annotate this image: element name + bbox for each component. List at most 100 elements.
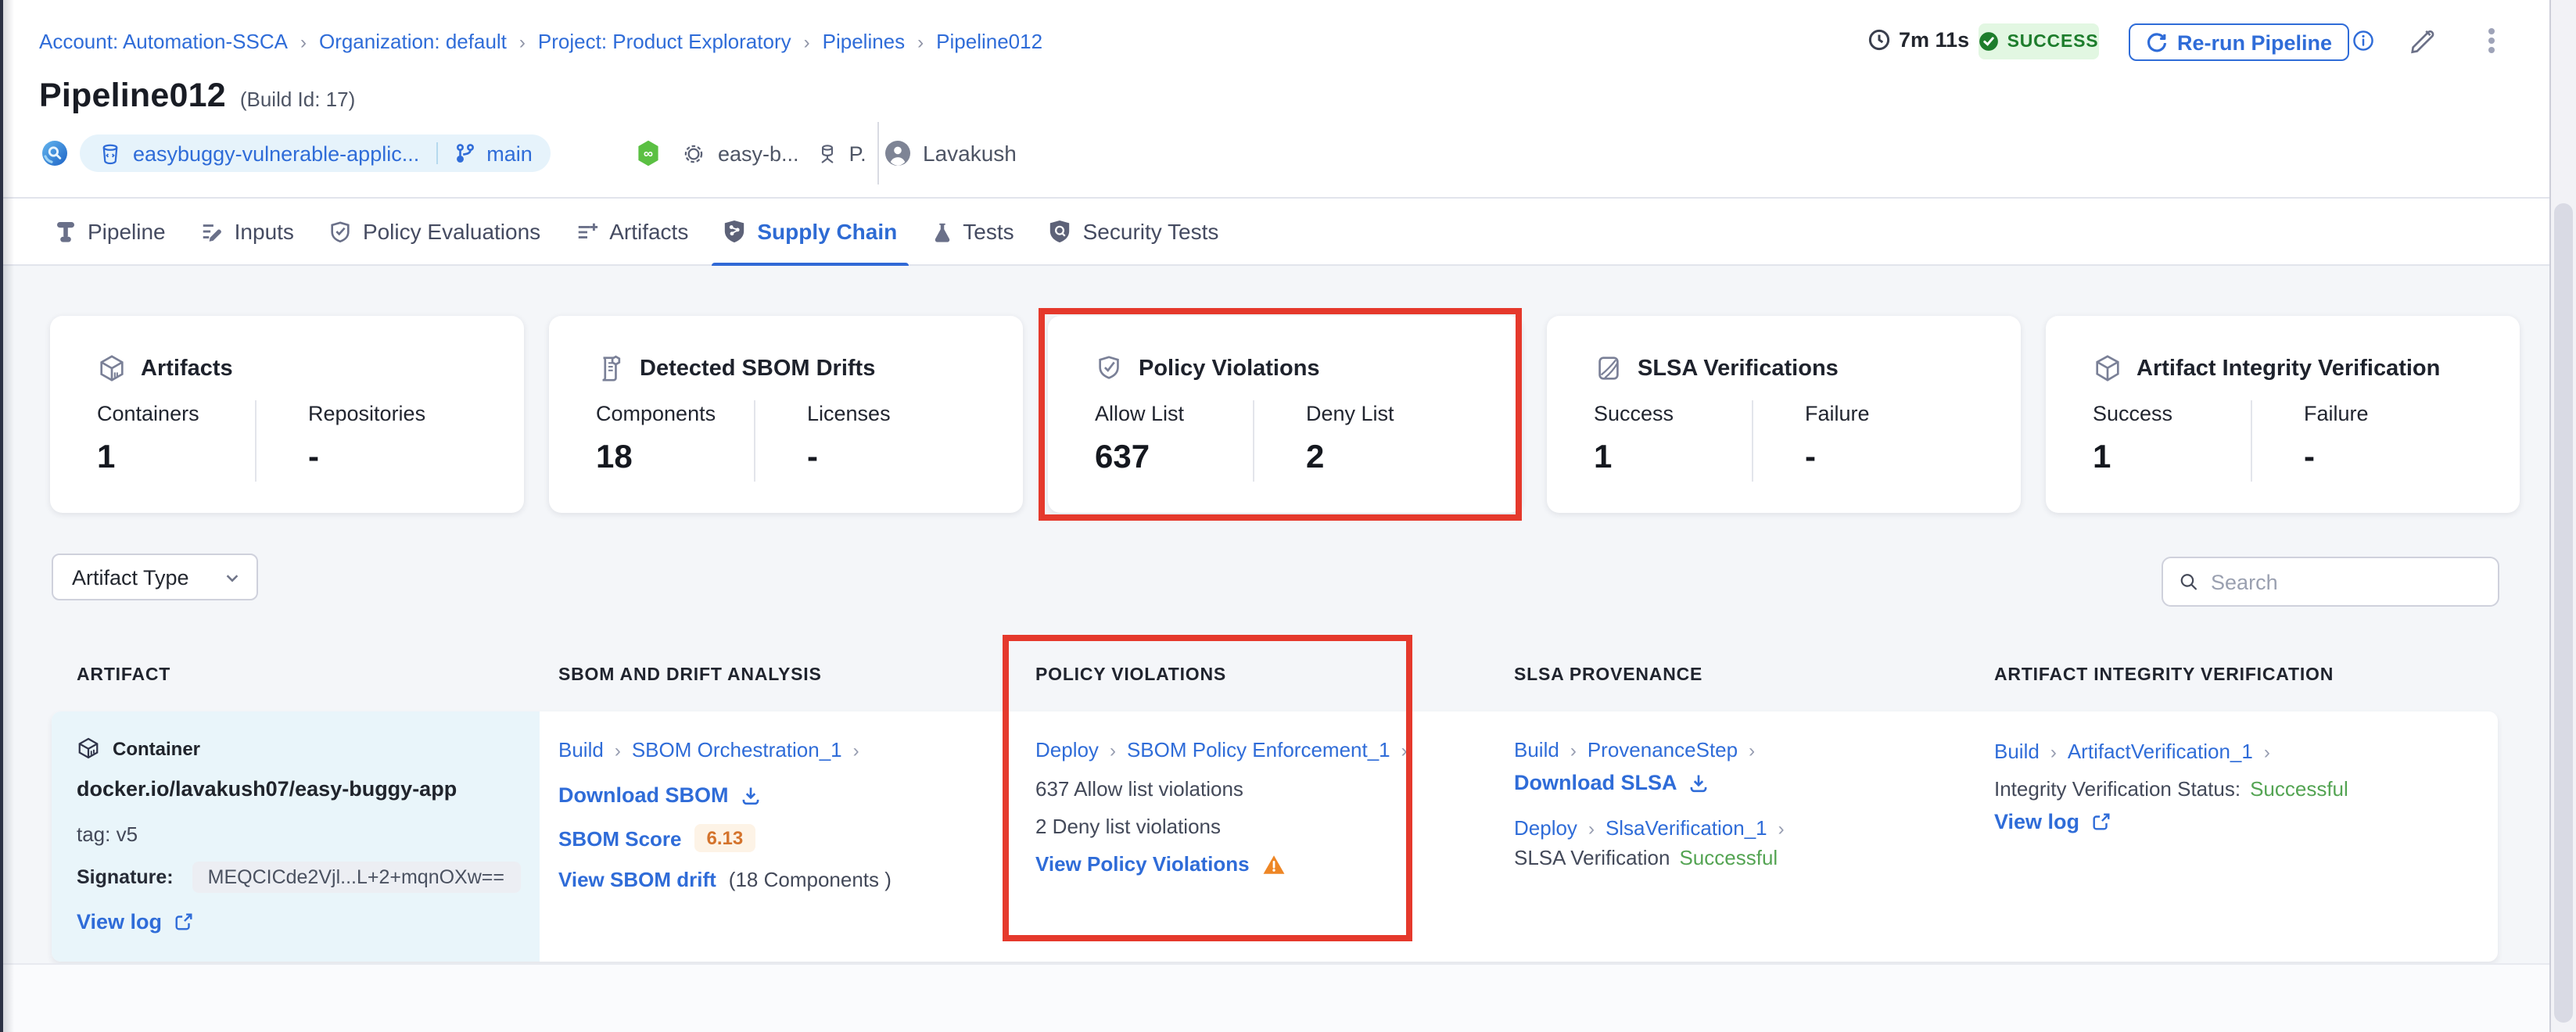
info-icon[interactable] [2352,30,2374,59]
stat-label: Containers [97,402,199,425]
stat-label: Failure [2304,402,2369,425]
stat-value: - [807,439,891,477]
kebab-menu-icon[interactable] [2479,27,2504,63]
breadcrumb-account[interactable]: Account: Automation-SSCA [39,30,288,53]
slsa-verification-status: Successful [1679,846,1778,869]
external-link-icon [2090,812,2111,832]
tab-security-tests[interactable]: Security Tests [1031,198,1236,265]
stage-link[interactable]: Build [1514,738,1559,761]
svg-text:∞: ∞ [644,146,653,161]
cube-icon [97,353,127,383]
card-sbom-drifts: Detected SBOM Drifts Components18 Licens… [549,316,1023,513]
pipeline-execution-page: Account: Automation-SSCA › Organization: … [0,0,2576,1032]
breadcrumb-pipelines[interactable]: Pipelines [823,30,906,53]
stage-link[interactable]: Build [1994,740,2040,763]
breadcrumb-org[interactable]: Organization: default [319,30,507,53]
repo-chip[interactable]: easybuggy-vulnerable-applic... main [80,134,551,172]
supply-chain-icon [723,219,746,244]
branch-name[interactable]: main [486,142,533,165]
check-circle-icon [1979,31,2000,52]
sbom-score-label[interactable]: SBOM Score [558,826,682,850]
view-log-link[interactable]: View log [77,910,193,933]
col-header-slsa: SLSA PROVENANCE [1514,666,1702,685]
triggered-by: Lavakush [885,131,1017,175]
execution-duration: 7m 11s [1867,28,1969,52]
tab-inputs[interactable]: Inputs [183,198,311,265]
tab-policy-evaluations[interactable]: Policy Evaluations [311,198,558,265]
page-title: Pipeline012 [39,77,226,116]
stage-link[interactable]: Deploy [1514,816,1577,840]
stage-link[interactable]: Build [558,738,604,761]
signature-value: MEQCICde2Vjl...L+2+mqnOXw== [192,862,520,893]
breadcrumb-separator: › [917,30,924,52]
step-link[interactable]: SBOM Orchestration_1 [632,738,842,761]
execution-pipeline-name[interactable]: easy-b... [718,142,799,165]
artifact-type-label: Container [113,737,200,759]
execution-service-short[interactable]: P. [849,142,866,165]
download-sbom-link[interactable]: Download SBOM [558,783,762,807]
gear-icon [682,142,705,165]
shield-check-icon [328,220,352,243]
stat-value: - [1805,439,1870,477]
chevron-down-icon [224,568,241,586]
tab-tests[interactable]: Tests [914,198,1031,265]
rerun-pipeline-button[interactable]: Re-run Pipeline [2129,23,2349,61]
divider [877,122,879,185]
scrollbar-thumb[interactable] [2554,203,2573,1023]
download-icon [740,784,762,806]
clock-icon [1867,28,1891,52]
git-branch-icon [455,142,475,164]
breadcrumb-project[interactable]: Project: Product Exploratory [538,30,791,53]
inputs-icon [200,220,224,243]
repository-icon [99,142,122,165]
stat-value: 18 [596,439,716,477]
card-slsa-verifications: SLSA Verifications Success 1 Failure - [1547,316,2021,513]
download-slsa-link[interactable]: Download SLSA [1514,771,1710,794]
artifact-type-dropdown[interactable]: Artifact Type [52,554,258,600]
left-nav-shadow [3,0,14,1032]
breadcrumb-pipeline[interactable]: Pipeline012 [936,30,1042,53]
refresh-icon [2146,31,2168,53]
integrity-box-icon [2093,353,2122,383]
card-title: Artifact Integrity Verification [2137,356,2440,381]
step-link[interactable]: SlsaVerification_1 [1606,816,1767,840]
annotation-highlight-policy-column [1003,635,1412,941]
breadcrumb-separator: › [300,30,307,52]
repo-name[interactable]: easybuggy-vulnerable-applic... [133,142,419,165]
stat-value: 1 [1594,439,1674,477]
stat-value: 1 [97,439,199,477]
edit-pencil-icon[interactable] [2409,28,2435,63]
stat-label: Failure [1805,402,1870,425]
card-title: SLSA Verifications [1638,356,1839,381]
chip-divider [436,142,438,164]
col-header-integrity: ARTIFACT INTEGRITY VERIFICATION [1994,666,2334,685]
tab-artifacts[interactable]: Artifacts [558,198,705,265]
step-link[interactable]: ArtifactVerification_1 [2068,740,2253,763]
scrollbar[interactable] [2549,0,2576,1032]
page-bottom [0,965,2576,1032]
card-title: Artifacts [141,356,233,381]
page-header: Account: Automation-SSCA › Organization: … [0,0,2576,197]
container-cube-icon [77,736,100,760]
status-badge: SUCCESS [1979,23,2099,59]
step-link[interactable]: ProvenanceStep [1588,738,1738,761]
stat-label: Success [1594,402,1674,425]
search-input[interactable] [2211,570,2482,593]
build-id: (Build Id: 17) [240,88,355,111]
breadcrumb: Account: Automation-SSCA › Organization: … [39,30,1042,53]
tab-supply-chain[interactable]: Supply Chain [705,198,914,265]
avatar-icon [885,141,910,166]
card-artifact-integrity: Artifact Integrity Verification Success1… [2046,316,2520,513]
external-link-icon [173,912,193,932]
view-log-link[interactable]: View log [1994,810,2111,833]
tab-pipeline[interactable]: Pipeline [38,198,183,265]
sbom-score-badge: 6.13 [694,824,756,852]
breadcrumb-separator: › [804,30,810,52]
user-name[interactable]: Lavakush [923,141,1017,166]
gitops-hexagon-icon: ∞ [635,139,662,167]
artifact-tag: tag: v5 [77,822,138,846]
integrity-status-label: Integrity Verification Status: [1994,777,2241,801]
search-box[interactable] [2162,557,2499,607]
view-sbom-drift-link[interactable]: View SBOM drift [558,868,716,891]
stat-value: 1 [2093,439,2172,477]
